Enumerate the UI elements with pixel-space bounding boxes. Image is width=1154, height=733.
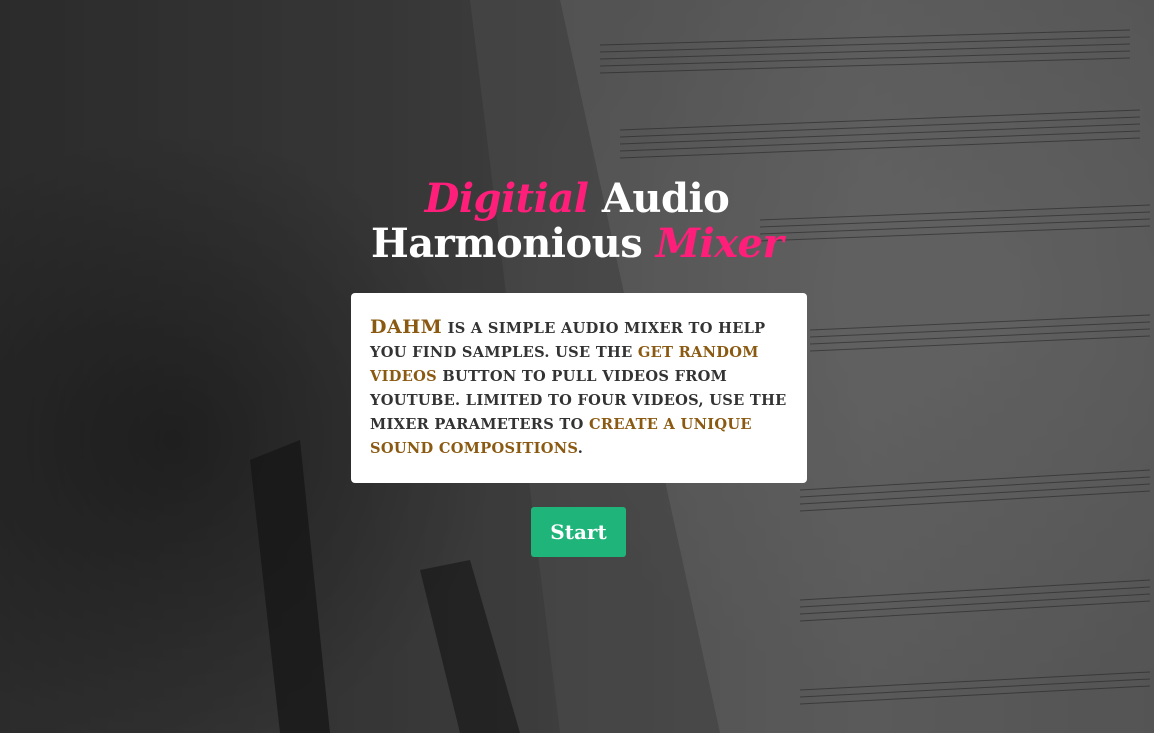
- title-word-harmonious: Harmonious: [370, 220, 656, 267]
- title-word-mixer: Mixer: [655, 220, 784, 267]
- hero-section: Digitial Audio Harmonious Mixer DAHM is …: [0, 0, 1154, 733]
- intro-card: DAHM is a simple audio mixer to help you…: [351, 293, 807, 483]
- intro-text-3: .: [577, 440, 584, 457]
- brand-name: DAHM: [370, 316, 443, 338]
- title-word-digitial: Digitial: [424, 175, 589, 222]
- start-button[interactable]: Start: [531, 507, 626, 557]
- app-title: Digitial Audio Harmonious Mixer: [0, 176, 1154, 266]
- title-word-audio: Audio: [588, 175, 730, 222]
